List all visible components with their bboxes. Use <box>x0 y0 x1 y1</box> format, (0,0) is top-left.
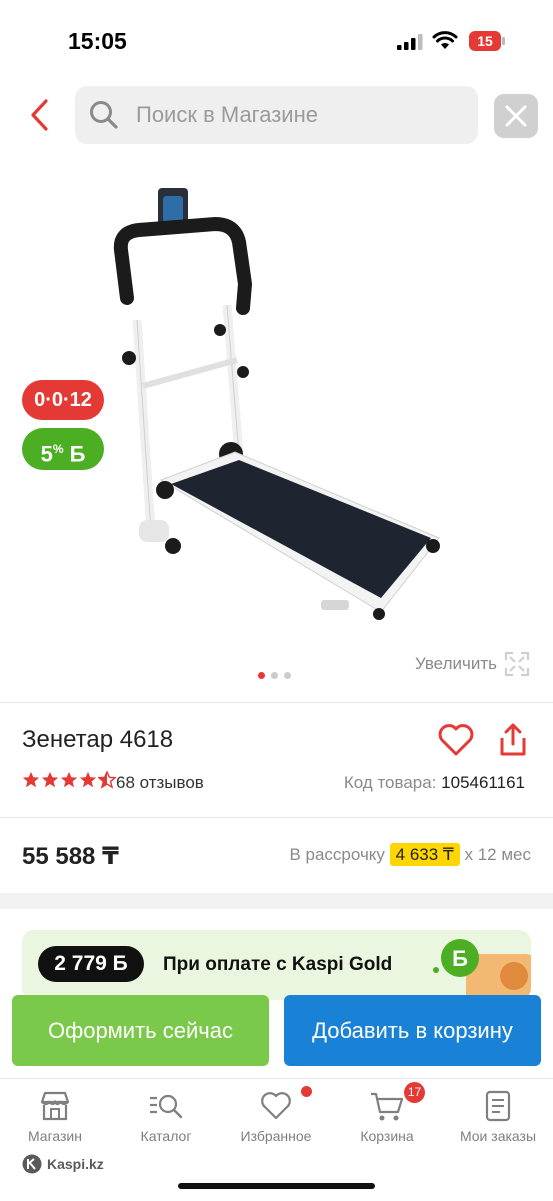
cart-icon <box>371 1092 404 1121</box>
star-icon <box>79 771 97 788</box>
product-code-value: 105461161 <box>441 773 525 792</box>
pagination-dot[interactable] <box>271 672 278 679</box>
installment-label: В рассрочку <box>289 845 385 864</box>
catalog-search-icon <box>150 1094 183 1119</box>
gold-bonus-pill: 2 779 Б <box>38 946 144 982</box>
nav-label: Магазин <box>27 1128 82 1144</box>
nav-label: Мои заказы <box>459 1128 537 1144</box>
pagination-dot[interactable] <box>284 672 291 679</box>
orders-icon <box>485 1090 511 1122</box>
search-icon <box>90 101 118 129</box>
kaspi-logo: Kaspi.kz <box>22 1154 104 1174</box>
product-title: Зенетар 4618 <box>22 726 174 753</box>
add-to-cart-button[interactable]: Добавить в корзину <box>284 995 541 1066</box>
gallery-pagination <box>258 672 291 679</box>
half-star-icon <box>98 771 116 789</box>
back-button[interactable] <box>26 98 54 132</box>
nav-label: Корзина <box>360 1128 414 1144</box>
nav-label: Каталог <box>140 1128 192 1144</box>
gold-bonus-amount: 2 779 Б <box>54 952 128 975</box>
nav-label: Избранное <box>240 1128 312 1144</box>
product-price: 55 588 ₸ <box>22 843 119 870</box>
nav-item-catalog[interactable]: Каталог <box>118 1078 214 1144</box>
product-code-label: Код товара: <box>343 773 437 792</box>
installment-badge: 0·0·12 <box>22 380 104 420</box>
kaspi-gold-banner[interactable]: 2 779 Б При оплате с Kaspi Gold Б <box>22 930 531 1000</box>
wifi-icon <box>432 31 458 49</box>
zoom-button[interactable]: Увеличить <box>415 654 497 674</box>
star-icon <box>41 771 59 788</box>
kaspi-logo-icon <box>22 1154 42 1174</box>
section-separator <box>0 893 553 909</box>
nav-item-shop[interactable]: Магазин <box>7 1078 103 1144</box>
bonus-badge: 5% Б <box>22 428 104 470</box>
divider <box>0 702 553 703</box>
product-code: Код товара: 105461161 <box>344 773 525 793</box>
installment-amount: 4 633 ₸ <box>389 843 460 866</box>
buy-now-button[interactable]: Оформить сейчас <box>12 995 269 1066</box>
gold-banner-text: При оплате с Kaspi Gold <box>163 954 393 975</box>
divider <box>0 817 553 818</box>
product-image[interactable] <box>95 180 455 630</box>
cart-count-badge: 17 <box>404 1082 425 1103</box>
bonus-symbol: Б <box>69 441 86 467</box>
battery-level: 15 <box>477 33 493 49</box>
kaspi-logo-text: Kaspi.kz <box>47 1156 104 1172</box>
signal-icon <box>397 34 423 50</box>
installment-term: х 12 мес <box>464 845 532 864</box>
search-placeholder: Поиск в Магазине <box>136 102 318 127</box>
svg-text:Б: Б <box>452 946 468 971</box>
favorites-badge-dot <box>301 1086 312 1097</box>
battery-icon: 15 <box>469 31 505 51</box>
expand-icon[interactable] <box>504 651 530 677</box>
rating-stars <box>22 771 116 789</box>
nav-item-orders[interactable]: Мои заказы <box>450 1078 546 1144</box>
home-indicator[interactable] <box>178 1183 375 1189</box>
reviews-link[interactable]: 68 отзывов <box>116 773 204 793</box>
star-icon <box>60 771 78 788</box>
heart-icon <box>261 1092 291 1120</box>
installment-info: В рассрочку 4 633 ₸ х 12 мес <box>289 843 532 866</box>
pagination-dot[interactable] <box>258 672 265 679</box>
shop-icon <box>40 1091 70 1121</box>
favorite-button[interactable] <box>437 723 475 757</box>
kaspi-gold-card-icon: Б <box>433 939 531 1000</box>
bonus-percent: 5 <box>40 441 53 467</box>
search-input[interactable]: Поиск в Магазине <box>75 86 478 144</box>
close-icon <box>505 105 527 127</box>
star-icon <box>22 771 40 788</box>
clear-search-button[interactable] <box>494 94 538 138</box>
status-time: 15:05 <box>68 28 127 54</box>
share-button[interactable] <box>497 722 529 758</box>
